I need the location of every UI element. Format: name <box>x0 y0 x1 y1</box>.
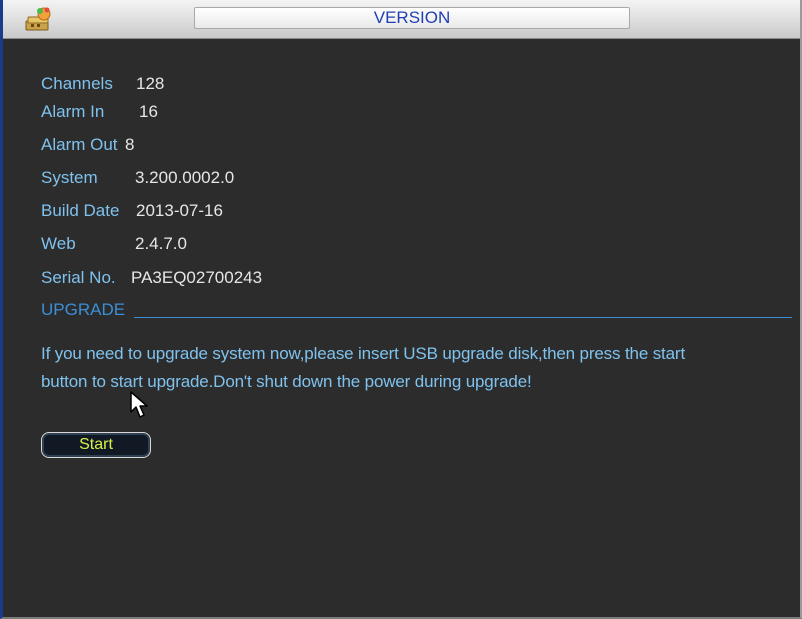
alarm-out-label: Alarm Out <box>41 135 118 154</box>
build-date-label: Build Date <box>41 201 120 220</box>
build-date-value: 2013-07-16 <box>136 201 223 220</box>
web-value: 2.4.7.0 <box>135 234 187 253</box>
app-logo-icon <box>23 5 57 33</box>
version-window: VERSION Channels 128 Alarm In 16 Alarm O… <box>0 0 802 619</box>
window-title: VERSION <box>194 7 630 29</box>
title-bar: VERSION <box>3 0 800 39</box>
channels-label: Channels <box>41 74 113 93</box>
alarm-in-value: 16 <box>139 102 158 121</box>
upgrade-section-label: UPGRADE <box>41 300 126 319</box>
system-label: System <box>41 168 98 187</box>
alarm-out-value: 8 <box>125 135 135 154</box>
serial-no-label: Serial No. <box>41 268 116 287</box>
upgrade-message-line-1: If you need to upgrade system now,please… <box>41 344 686 363</box>
start-upgrade-button[interactable]: Start <box>41 432 151 458</box>
web-label: Web <box>41 234 76 253</box>
upgrade-message-line-2: button to start upgrade.Don't shut down … <box>41 372 532 391</box>
upgrade-divider <box>134 317 792 318</box>
alarm-in-label: Alarm In <box>41 102 105 121</box>
upgrade-instructions: If you need to upgrade system now,please… <box>41 340 801 396</box>
mouse-pointer-icon <box>129 390 151 420</box>
serial-no-value: PA3EQ02700243 <box>131 268 263 287</box>
system-value: 3.200.0002.0 <box>135 168 235 187</box>
channels-value: 128 <box>136 74 165 93</box>
